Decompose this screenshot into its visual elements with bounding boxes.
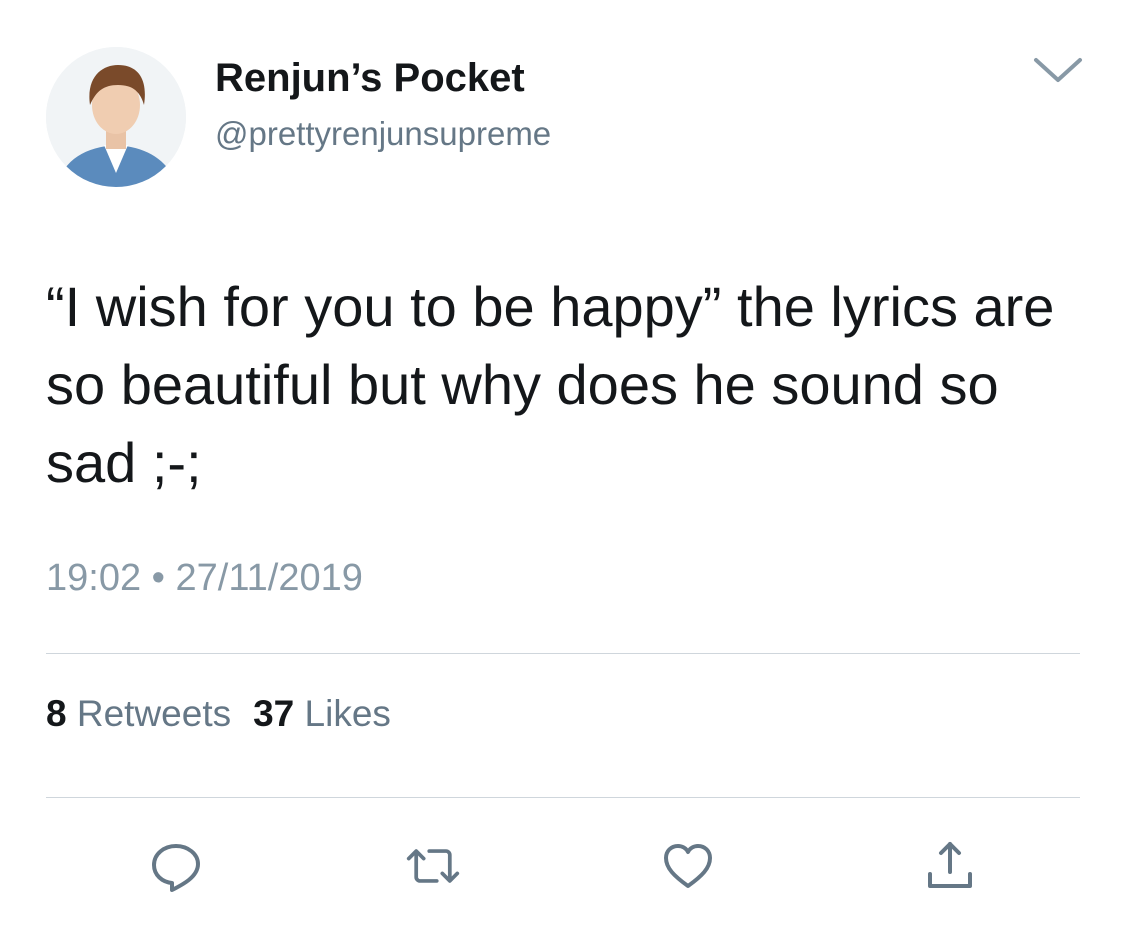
- reply-icon: [152, 844, 200, 892]
- divider-top: [46, 653, 1080, 654]
- likes-count: 37: [253, 693, 295, 734]
- retweet-button[interactable]: [405, 838, 461, 894]
- timestamp-separator: •: [151, 557, 165, 599]
- share-icon: [928, 842, 972, 888]
- display-name[interactable]: Renjun’s Pocket: [215, 54, 525, 102]
- share-button[interactable]: [922, 838, 978, 894]
- chevron-down-icon[interactable]: [1030, 54, 1086, 86]
- avatar-image: [46, 47, 186, 187]
- tweet-time: 19:02: [46, 557, 142, 599]
- tweet-timestamp: 19:02 • 27/11/2019: [46, 553, 363, 603]
- retweets-stat[interactable]: 8 Retweets: [46, 693, 231, 734]
- heart-icon: [664, 844, 712, 888]
- reply-button[interactable]: [148, 838, 204, 894]
- avatar[interactable]: [46, 47, 186, 187]
- retweet-icon: [406, 849, 460, 883]
- retweets-label: Retweets: [76, 693, 232, 734]
- divider-bottom: [46, 797, 1080, 798]
- tweet-stats: 8 Retweets 37 Likes: [46, 690, 391, 738]
- likes-stat[interactable]: 37 Likes: [253, 693, 391, 734]
- retweets-count: 8: [46, 693, 67, 734]
- tweet-date: 27/11/2019: [175, 557, 363, 599]
- likes-label: Likes: [304, 693, 391, 734]
- like-button[interactable]: [660, 838, 716, 894]
- user-handle[interactable]: @prettyrenjunsupreme: [215, 114, 551, 154]
- tweet-text: “I wish for you to be happy” the lyrics …: [46, 275, 1055, 494]
